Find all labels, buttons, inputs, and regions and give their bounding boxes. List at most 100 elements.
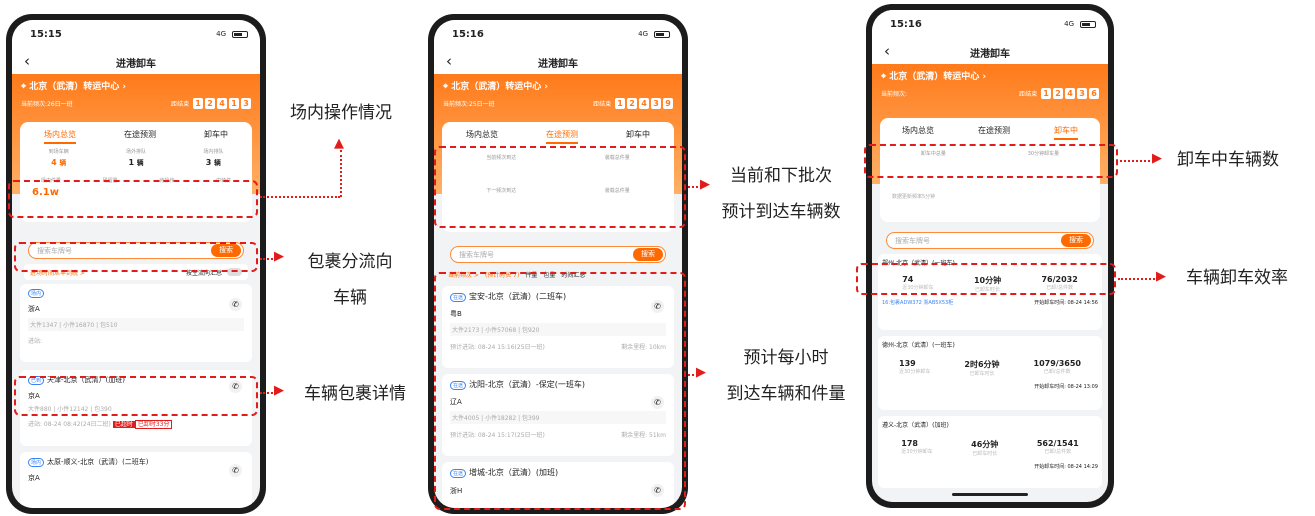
countdown: 距结束 12413 [171, 98, 251, 109]
annotation-flow: 包裹分流向 车辆 [288, 244, 412, 316]
search-input[interactable]: 搜索车牌号 搜索 [450, 246, 666, 263]
countdown-digit: 2 [627, 98, 637, 109]
connector-line [340, 150, 342, 197]
batch-text: 当前频次: [881, 91, 908, 98]
tab-overview[interactable]: 场内总览 [902, 125, 934, 140]
phone-icon[interactable]: ✆ [229, 298, 242, 311]
unload-time-badge: 已卸时33分 [134, 420, 173, 429]
countdown: 距结束 12436 [1019, 88, 1099, 99]
search-button[interactable]: 搜索 [1061, 234, 1091, 247]
phone-icon[interactable]: ✆ [229, 464, 242, 477]
countdown-digit: 1 [229, 98, 239, 109]
stat-label: 已卸/总件数 [1044, 449, 1072, 455]
battery-icon [654, 31, 670, 38]
battery-icon [1080, 21, 1096, 28]
tab-unloading[interactable]: 卸车中 [626, 129, 650, 144]
stat-label: 场外排队 [125, 149, 146, 155]
arrival-info: 进站: [28, 338, 43, 345]
home-indicator [952, 493, 1028, 496]
list-item[interactable]: 遵义-北京（武清）(加班) 178 近30分钟卸车 46分钟 已卸车时长 562/154… [878, 416, 1102, 488]
stat-value: 4 辆 [51, 157, 66, 167]
unload-start-time: 开始卸车时间: 08-24 13:09 [1034, 384, 1098, 390]
status-bar: 15:16 4G [872, 10, 1108, 40]
countdown-digit: 2 [205, 98, 215, 109]
stat-value: 562/1541 [1036, 439, 1079, 448]
annotation-hourly-line1: 预计每小时 [743, 348, 829, 368]
batch-row: 当前频次:26日一班 距结束 12413 [21, 98, 251, 109]
countdown-digit: 3 [241, 98, 251, 109]
stat-values: 4 辆1 辆3 辆 [20, 157, 252, 167]
center-name: 北京（武清）转运中心 [889, 72, 980, 82]
stat-value: 2时6分钟 [964, 360, 1000, 369]
stat-label: 近30分钟卸车 [899, 369, 931, 375]
stat-number: 1 [128, 158, 135, 167]
countdown-digit: 4 [1065, 88, 1075, 99]
stat-cell: 178 近30分钟卸车 [901, 439, 932, 457]
countdown: 距结束 12439 [593, 98, 673, 109]
stat-labels: 到场车辆 场外排队 场内排队 [20, 148, 252, 155]
list-item[interactable]: 场内 太原-顺义-北京（武清）(二班车) 京A ✆ [20, 452, 252, 508]
connector-line [260, 196, 340, 198]
stat-number: 4 [51, 158, 57, 167]
signal-indicator: 4G [1064, 20, 1074, 28]
highlight-forecast [434, 146, 686, 228]
countdown-digit: 6 [1089, 88, 1099, 99]
stat-cell: 562/1541 已卸/总件数 [1037, 439, 1079, 457]
stat-value: 46分钟 [971, 440, 999, 449]
tab-forecast[interactable]: 在途预测 [124, 129, 156, 144]
search-button[interactable]: 搜索 [633, 248, 663, 261]
annotation-forecast-line1: 当前和下批次 [730, 166, 832, 186]
countdown-digit: 1 [615, 98, 625, 109]
stat-label: 已卸/总件数 [1043, 369, 1071, 375]
annotation-hourly-line2: 到达车辆和件量 [726, 384, 846, 404]
tab-overview[interactable]: 场内总览 [44, 129, 76, 144]
signal-indicator: 4G [638, 30, 648, 38]
tab-bar: 场内总览 在途预测 卸车中 [442, 122, 674, 144]
stat-cell: 46分钟已卸车时长 [971, 439, 998, 457]
stat-label: 近30分钟卸车 [901, 449, 933, 455]
unload-start-time: 开始卸车时间: 08-24 14:56 [1034, 300, 1098, 306]
stat-label: 场内排队 [203, 149, 224, 155]
page-title: 进港卸车 [116, 59, 156, 70]
countdown-digit: 4 [639, 98, 649, 109]
countdown-digit: 2 [1053, 88, 1063, 99]
center-selector[interactable]: ⌖ 北京（武清）转运中心 › [881, 69, 1099, 82]
stat-value: 1 辆 [128, 157, 143, 167]
plate: 京A [28, 474, 40, 482]
tab-unloading[interactable]: 卸车中 [204, 129, 228, 144]
route-name: 太原-顺义-北京（武清）(二班车) [47, 458, 149, 466]
highlight-detail [14, 376, 258, 416]
list-item[interactable]: 德州-北京（武清）(一班车) 139 近30分钟卸车 2时6分钟 已卸车时长 1079/… [878, 336, 1102, 410]
search-input[interactable]: 搜索车牌号 搜索 [886, 232, 1094, 249]
nav-bar: ‹ 进港卸车 [12, 50, 260, 74]
stat-label: 已卸车时长 [972, 451, 998, 457]
annotation-forecast-line2: 预计到达车辆数 [721, 202, 841, 222]
clock: 15:16 [890, 19, 922, 30]
tab-forecast[interactable]: 在途预测 [546, 129, 578, 144]
tab-forecast[interactable]: 在途预测 [978, 125, 1010, 140]
highlight-efficiency [856, 263, 1116, 295]
status-bar: 15:16 4G [434, 20, 682, 50]
status-bar: 15:15 4G [12, 20, 260, 50]
connector-line [1118, 278, 1158, 280]
batch-row: 当前频次: 距结束 12436 [881, 88, 1099, 99]
center-selector[interactable]: ⌖ 北京（武清）转运中心 › [443, 79, 673, 92]
stat-label: 已卸车时长 [969, 371, 995, 377]
center-selector[interactable]: ⌖ 北京（武清）转运中心 › [21, 79, 251, 92]
page-title: 进港卸车 [970, 49, 1010, 60]
tab-overview[interactable]: 场内总览 [466, 129, 498, 144]
stat-label: 到场车辆 [48, 149, 69, 155]
nav-bar: ‹ 进港卸车 [872, 40, 1108, 64]
list-item[interactable]: 场内 浙A 大件1347 | 小件16870 | 包510 进站: ✆ [20, 284, 252, 362]
overtime-badge: 已超时 [112, 421, 135, 428]
stat-cell: 1079/3650 已卸/总件数 [1034, 359, 1081, 377]
batch-text: 当前频次:26日一班 [21, 101, 73, 108]
status-tag: 场内 [28, 289, 45, 298]
foot-row: 16:包裹ADW372 浙AB5X53柜 开始卸车时间: 08-24 14:56 [882, 299, 1098, 306]
parcel-info: 大件1347 | 小件16870 | 包510 [28, 318, 244, 331]
highlight-flow [14, 242, 258, 272]
stat-unit: 辆 [59, 159, 67, 167]
batch-row: 当前频次:25日一班 距结束 12439 [443, 98, 673, 109]
annotation-detail: 车辆包裹详情 [304, 384, 406, 404]
tab-unloading[interactable]: 卸车中 [1054, 125, 1078, 140]
